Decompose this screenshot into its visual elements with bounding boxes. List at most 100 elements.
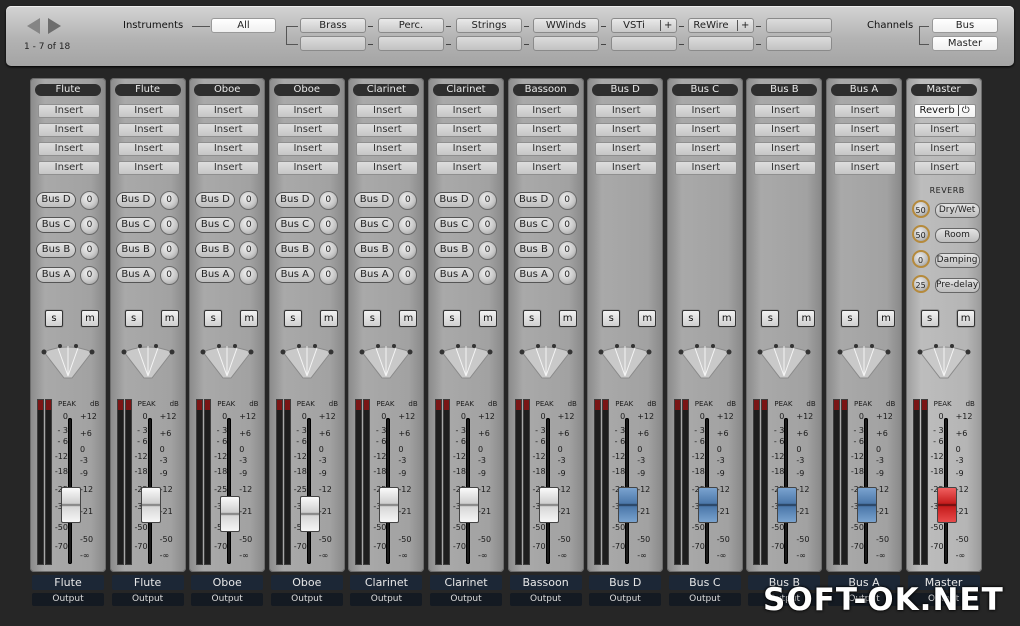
send-bus-button[interactable]: Bus A — [36, 267, 76, 283]
mute-button[interactable]: m — [319, 310, 338, 327]
insert-slot[interactable]: Insert — [38, 142, 100, 156]
insert-slot[interactable]: Insert — [595, 142, 658, 156]
channel-header[interactable]: Flute — [114, 84, 181, 96]
insert-slot[interactable]: Insert — [356, 161, 419, 175]
volume-fader[interactable] — [936, 487, 957, 523]
channel-header[interactable]: Clarinet — [353, 84, 420, 96]
insert-slot[interactable]: Insert — [436, 123, 498, 137]
send-level-knob[interactable]: 0 — [478, 191, 497, 210]
send-bus-button[interactable]: Bus D — [195, 192, 236, 208]
filter-button-empty[interactable] — [300, 36, 366, 51]
send-level-knob[interactable]: 0 — [557, 191, 577, 210]
output-selector[interactable]: Output — [668, 593, 741, 606]
solo-button[interactable]: s — [45, 310, 63, 327]
pan-control[interactable] — [516, 340, 576, 384]
solo-button[interactable]: s — [681, 310, 700, 327]
send-bus-button[interactable]: Bus B — [274, 242, 315, 258]
send-bus-button[interactable]: Bus A — [434, 267, 474, 283]
volume-fader[interactable] — [777, 487, 798, 523]
insert-slot[interactable]: Insert — [515, 161, 578, 175]
insert-slot[interactable]: Insert — [276, 142, 339, 156]
volume-fader[interactable] — [299, 496, 320, 532]
filter-button-vsti[interactable]: VSTi + — [611, 18, 677, 33]
volume-fader[interactable] — [379, 487, 400, 523]
volume-fader[interactable] — [697, 487, 718, 523]
mute-button[interactable]: m — [956, 310, 975, 327]
channel-header[interactable]: Bus A — [831, 84, 897, 96]
insert-slot[interactable]: Insert — [595, 123, 658, 137]
insert-slot[interactable]: Insert — [754, 142, 817, 156]
send-bus-button[interactable]: Bus B — [434, 242, 474, 258]
volume-fader[interactable] — [857, 487, 877, 523]
volume-fader[interactable] — [140, 487, 161, 523]
output-selector[interactable]: Output — [111, 593, 184, 606]
send-bus-button[interactable]: Bus D — [434, 192, 474, 208]
power-icon[interactable]: ⏻ — [962, 105, 970, 116]
send-bus-button[interactable]: Bus A — [115, 267, 156, 283]
channel-header[interactable]: Flute — [35, 84, 101, 96]
mute-button[interactable]: m — [240, 310, 259, 327]
mute-button[interactable]: m — [479, 310, 497, 327]
reverb-knob[interactable]: 0 — [911, 250, 930, 268]
insert-slot[interactable]: Insert — [276, 123, 339, 137]
send-level-knob[interactable]: 0 — [478, 216, 497, 235]
solo-button[interactable]: s — [761, 310, 780, 327]
insert-slot[interactable]: Insert — [197, 104, 260, 118]
insert-slot[interactable]: Insert — [595, 104, 658, 118]
channel-header[interactable]: Master — [910, 84, 977, 96]
filter-button-empty[interactable] — [611, 36, 677, 51]
solo-button[interactable]: s — [204, 310, 223, 327]
insert-slot[interactable]: Insert — [436, 104, 498, 118]
filter-button-strings[interactable]: Strings — [456, 18, 522, 33]
send-bus-button[interactable]: Bus A — [513, 267, 554, 283]
insert-slot[interactable]: Insert — [276, 161, 339, 175]
send-level-knob[interactable]: 0 — [557, 241, 577, 260]
send-bus-button[interactable]: Bus C — [36, 217, 76, 233]
send-bus-button[interactable]: Bus D — [115, 192, 156, 208]
insert-slot[interactable]: Insert — [356, 142, 419, 156]
send-level-knob[interactable]: 0 — [478, 241, 497, 260]
send-bus-button[interactable]: Bus D — [354, 192, 395, 208]
insert-slot[interactable]: Insert — [595, 161, 658, 175]
insert-slot[interactable]: Insert — [436, 161, 498, 175]
volume-fader[interactable] — [459, 487, 479, 523]
insert-slot[interactable]: Insert — [834, 161, 896, 175]
send-level-knob[interactable]: 0 — [318, 241, 338, 260]
output-selector[interactable]: Output — [509, 593, 582, 606]
prev-page-arrow-icon[interactable] — [27, 18, 40, 34]
insert-slot[interactable]: Insert — [754, 161, 817, 175]
mute-button[interactable]: m — [717, 310, 736, 327]
channel-name[interactable]: Clarinet — [350, 575, 423, 590]
channel-name[interactable]: Bassoon — [509, 575, 582, 590]
pan-control[interactable] — [38, 340, 98, 384]
channel-name[interactable]: Oboe — [270, 575, 343, 590]
channel-master-button[interactable]: Master — [932, 36, 998, 51]
insert-slot[interactable]: Insert — [834, 104, 896, 118]
filter-button-perc[interactable]: Perc. — [378, 18, 444, 33]
mute-button[interactable]: m — [638, 310, 657, 327]
reverb-knob[interactable]: 25 — [911, 275, 930, 293]
output-selector[interactable]: Output — [270, 593, 343, 606]
insert-slot[interactable]: Insert — [276, 104, 339, 118]
send-level-knob[interactable]: 0 — [159, 266, 179, 285]
send-bus-button[interactable]: Bus D — [36, 192, 76, 208]
insert-slot[interactable]: Insert — [913, 142, 976, 156]
solo-button[interactable]: s — [920, 310, 939, 327]
insert-slot[interactable]: Insert — [754, 104, 817, 118]
send-bus-button[interactable]: Bus B — [354, 242, 395, 258]
channel-header[interactable]: Bus D — [592, 84, 659, 96]
add-filter-icon[interactable]: + — [737, 20, 750, 31]
insert-slot[interactable]: Reverb ⏻ — [913, 104, 976, 118]
output-selector[interactable]: Output — [350, 593, 423, 606]
filter-button-empty[interactable] — [533, 36, 599, 51]
send-bus-button[interactable]: Bus C — [274, 217, 315, 233]
mute-button[interactable]: m — [797, 310, 816, 327]
insert-slot[interactable]: Insert — [197, 123, 260, 137]
reverb-knob[interactable]: 50 — [911, 200, 930, 218]
pan-control[interactable] — [118, 340, 178, 384]
send-bus-button[interactable]: Bus A — [195, 267, 236, 283]
solo-button[interactable]: s — [841, 310, 859, 327]
send-bus-button[interactable]: Bus A — [274, 267, 315, 283]
channel-header[interactable]: Clarinet — [433, 84, 499, 96]
filter-button-empty[interactable] — [766, 36, 832, 51]
